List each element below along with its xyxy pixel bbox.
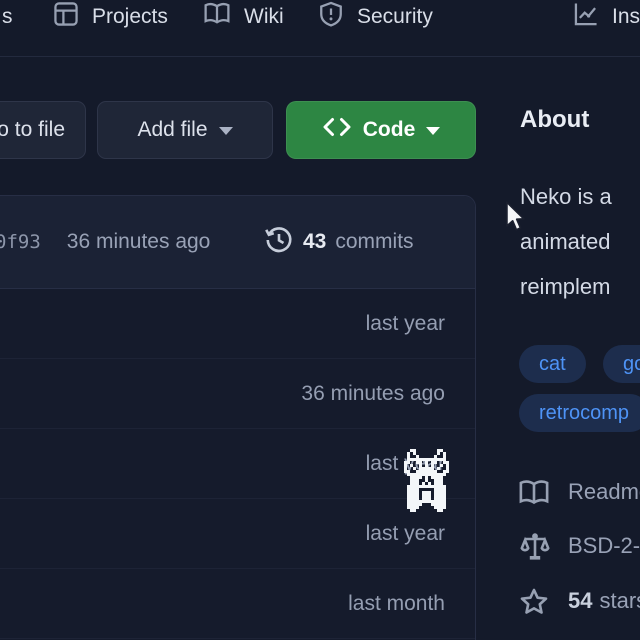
code-button[interactable]: Code — [286, 101, 476, 159]
tag-label: cat — [539, 353, 566, 376]
history-icon — [264, 225, 294, 260]
add-file-button[interactable]: Add file — [97, 101, 273, 159]
nav-divider — [0, 56, 640, 57]
chevron-down-icon — [219, 127, 233, 135]
about-description-line: Neko is a — [520, 184, 612, 210]
file-commit-date[interactable]: 36 minutes ago — [301, 359, 445, 428]
tab-actions-partial[interactable]: s — [2, 0, 13, 34]
neko-cat-sprite — [404, 449, 449, 512]
about-description-line: reimplem — [520, 274, 610, 300]
file-commit-date[interactable]: last month — [348, 569, 445, 638]
tab-label: Wiki — [244, 5, 284, 29]
file-row[interactable]: last year — [0, 289, 475, 359]
file-row[interactable]: last month — [0, 569, 475, 639]
stars-count: 54 — [568, 588, 592, 613]
latest-commit-info: 0f93 36 minutes ago — [0, 196, 210, 288]
topic-tag-cat[interactable]: cat — [519, 345, 586, 383]
mouse-cursor — [504, 201, 526, 236]
go-to-file-label: Go to file — [0, 118, 65, 142]
chevron-down-icon — [426, 127, 440, 135]
tab-label: Security — [357, 5, 433, 29]
commit-hash-link[interactable]: 0f93 — [0, 231, 41, 253]
graph-icon — [573, 1, 599, 33]
license-link[interactable]: BSD-2-Clause — [568, 533, 640, 559]
tag-label: go — [623, 353, 640, 376]
stars-link[interactable]: 54 stars — [568, 588, 640, 614]
go-to-file-button[interactable]: Go to file — [0, 101, 86, 159]
tab-label: s — [2, 5, 13, 29]
commits-label: commits — [335, 230, 413, 254]
latest-commit-bar: 0f93 36 minutes ago 43 commits — [0, 196, 475, 289]
file-commit-date[interactable]: last year — [366, 289, 445, 358]
commit-time: 36 minutes ago — [67, 230, 211, 254]
add-file-label: Add file — [137, 118, 207, 142]
tab-label: Projects — [92, 5, 168, 29]
shield-icon — [318, 1, 344, 33]
tab-insights[interactable]: Insights — [573, 0, 640, 34]
law-scales-icon — [519, 531, 551, 568]
tab-security[interactable]: Security — [318, 0, 433, 34]
file-list-panel: 0f93 36 minutes ago 43 commits last year… — [0, 195, 476, 640]
code-label: Code — [363, 118, 416, 142]
tag-label: retrocomp — [539, 402, 629, 425]
about-heading: About — [520, 106, 589, 134]
repo-tab-bar: s Projects Wiki — [0, 0, 640, 57]
github-repo-page: s Projects Wiki — [0, 0, 640, 640]
tab-wiki[interactable]: Wiki — [203, 0, 284, 34]
tab-label: Insights — [612, 5, 640, 29]
code-icon — [322, 116, 352, 144]
tab-projects[interactable]: Projects — [53, 0, 168, 34]
file-row[interactable]: 36 minutes ago — [0, 359, 475, 429]
about-description-line: animated — [520, 229, 611, 255]
stars-label: stars — [599, 588, 640, 613]
table-icon — [53, 1, 79, 33]
topic-tag-go[interactable]: go — [603, 345, 640, 383]
readme-link[interactable]: Readme — [568, 479, 640, 505]
commit-count: 43 — [303, 230, 326, 254]
book-icon — [203, 1, 231, 33]
topic-tag-retrocomputing[interactable]: retrocomp — [519, 394, 640, 432]
book-icon — [519, 478, 549, 513]
star-icon — [519, 587, 549, 622]
commit-history-link[interactable]: 43 commits — [264, 196, 414, 288]
